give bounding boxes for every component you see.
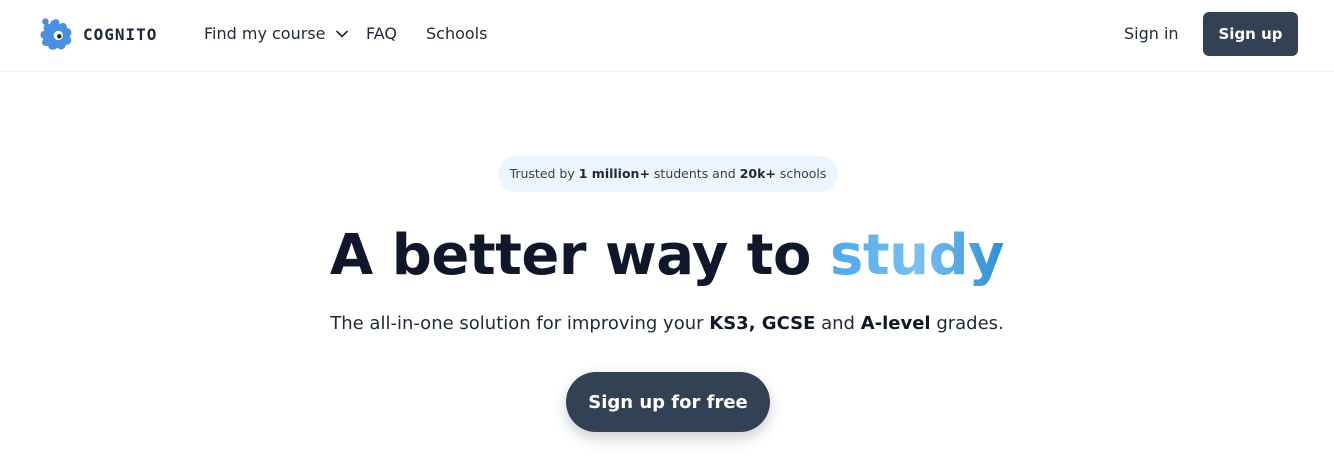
subheadline-alevel: A-level xyxy=(860,313,931,334)
nav-schools[interactable]: Schools xyxy=(426,22,487,46)
subheadline-mid: and xyxy=(815,313,861,334)
brand-name: COGNITO xyxy=(83,24,158,44)
trust-badge-schools-count: 20k+ xyxy=(739,166,776,181)
hero-headline-main: A better way to xyxy=(329,223,830,288)
trust-badge-pre: Trusted by xyxy=(509,166,579,181)
hero-headline: A better way to study xyxy=(0,216,1334,296)
sign-up-button[interactable]: Sign up xyxy=(1203,12,1298,56)
sign-in-link[interactable]: Sign in xyxy=(1124,22,1179,46)
top-navbar: COGNITO Find my course FAQ Schools Sign … xyxy=(0,0,1334,72)
subheadline-pre: The all-in-one solution for improving yo… xyxy=(330,313,710,334)
hero-headline-accent: study xyxy=(830,223,1005,288)
nav-faq[interactable]: FAQ xyxy=(366,22,397,46)
sign-up-free-button[interactable]: Sign up for free xyxy=(566,372,770,432)
nav-find-my-course[interactable]: Find my course xyxy=(204,22,348,46)
trust-badge-students-count: 1 million+ xyxy=(578,166,650,181)
nav-find-my-course-label: Find my course xyxy=(204,24,326,43)
subheadline-levels: KS3, GCSE xyxy=(709,313,816,334)
brand-logo-link[interactable]: COGNITO xyxy=(38,15,157,53)
trust-badge-mid: students and xyxy=(649,166,740,181)
trust-badge: Trusted by 1 million+ students and 20k+ … xyxy=(498,156,838,192)
chevron-down-icon xyxy=(335,30,348,38)
subheadline-post: grades. xyxy=(930,313,1004,334)
cognito-logo-icon xyxy=(40,17,72,50)
trust-badge-post: schools xyxy=(775,166,827,181)
hero-subheadline: The all-in-one solution for improving yo… xyxy=(0,310,1334,338)
